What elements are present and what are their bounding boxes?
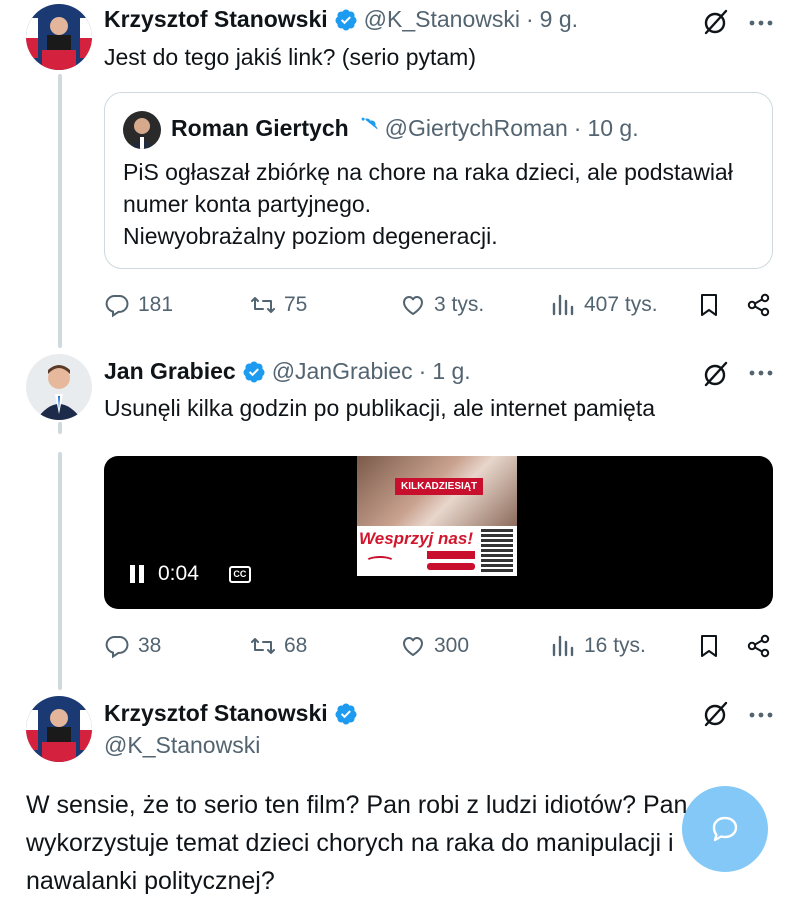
heart-icon xyxy=(403,637,423,656)
author-name[interactable]: Jan Grabiec xyxy=(104,358,236,385)
repost-icon xyxy=(251,638,275,654)
thread-line xyxy=(58,74,62,348)
reply-icon xyxy=(105,295,129,318)
author-name[interactable]: Krzysztof Stanowski xyxy=(104,6,328,33)
video-frame-strip xyxy=(427,563,475,570)
bookmark-icon xyxy=(701,294,717,316)
video-frame: KILKADZIESIĄT Wesprzyj nas! xyxy=(357,456,517,576)
timestamp[interactable]: 1 g. xyxy=(432,358,470,385)
more-options-icon[interactable] xyxy=(748,10,774,36)
author-name[interactable]: Roman Giertych xyxy=(171,115,349,142)
text-line: nawalanki politycznej? xyxy=(26,867,275,895)
thread-line xyxy=(58,422,62,434)
bookmark-button[interactable] xyxy=(696,630,722,662)
avatar[interactable] xyxy=(123,111,161,149)
verified-badge-icon xyxy=(335,9,357,30)
tweet-text: W sensie, że to serio ten film? Pan robi… xyxy=(26,786,687,897)
text-line: wykorzystuje temat dzieci chorych na rak… xyxy=(26,829,674,857)
bookmark-icon xyxy=(701,635,717,657)
share-button[interactable] xyxy=(746,630,772,662)
grok-icon[interactable] xyxy=(702,8,730,36)
tweet-text: Usunęli kilka godzin po publikacji, ale … xyxy=(104,395,656,421)
separator-dot: · xyxy=(573,115,582,141)
reply-icon xyxy=(105,636,129,659)
text-line: numer konta partyjnego. xyxy=(123,191,372,217)
view-count: 16 tys. xyxy=(584,634,646,657)
tweet-header: Jan Grabiec @JanGrabiec · 1 g. xyxy=(104,358,471,385)
verified-badge-icon xyxy=(335,703,357,724)
repost-button[interactable]: 75 xyxy=(250,289,307,321)
repost-icon xyxy=(251,297,275,313)
avatar[interactable] xyxy=(26,354,92,420)
video-frame-banner: KILKADZIESIĄT xyxy=(395,478,484,495)
grok-icon[interactable] xyxy=(702,360,730,388)
timestamp[interactable]: 10 g. xyxy=(587,115,638,142)
video-time: 0:04 xyxy=(158,562,199,585)
captions-label: CC xyxy=(233,569,247,579)
like-button[interactable]: 3 tys. xyxy=(400,289,484,321)
more-options-icon[interactable] xyxy=(748,702,774,728)
text-line: Niewyobrażalny poziom degeneracji. xyxy=(123,223,498,249)
reply-button[interactable]: 38 xyxy=(104,630,161,662)
separator-dot: · xyxy=(418,358,427,384)
tweet-actions: 38 68 300 16 tys. xyxy=(104,630,774,662)
author-handle[interactable]: @JanGrabiec xyxy=(272,358,413,385)
more-options-icon[interactable] xyxy=(748,360,774,386)
thread-line xyxy=(58,452,62,690)
pause-icon[interactable] xyxy=(130,565,146,583)
timestamp[interactable]: 9 g. xyxy=(540,6,578,33)
qr-code xyxy=(481,528,513,572)
text-line: W sensie, że to serio ten film? Pan robi… xyxy=(26,791,688,819)
views-button[interactable]: 16 tys. xyxy=(550,630,646,662)
tweet-text: Jest do tego jakiś link? (serio pytam) xyxy=(104,44,476,70)
quoted-tweet[interactable]: Roman Giertych @GiertychRoman · 10 g. Pi… xyxy=(104,92,773,269)
video-frame-strip xyxy=(427,551,475,559)
share-icon xyxy=(747,293,770,317)
views-button[interactable]: 407 tys. xyxy=(550,289,658,321)
party-logo xyxy=(365,556,395,568)
avatar[interactable] xyxy=(26,696,92,762)
separator-dot: · xyxy=(525,6,534,32)
chat-bubble-icon xyxy=(712,816,738,842)
like-count: 3 tys. xyxy=(434,293,485,316)
author-handle[interactable]: @GiertychRoman xyxy=(385,115,568,142)
video-player[interactable]: KILKADZIESIĄT Wesprzyj nas! 0:04 CC xyxy=(104,456,773,609)
repost-button[interactable]: 68 xyxy=(250,630,307,662)
share-icon xyxy=(747,634,770,658)
repost-count: 75 xyxy=(284,293,308,316)
tweet-handle-row: @K_Stanowski xyxy=(104,732,260,759)
video-controls: 0:04 CC xyxy=(130,562,251,586)
repost-count: 68 xyxy=(284,634,308,657)
author-handle[interactable]: @K_Stanowski xyxy=(104,732,260,759)
quoted-tweet-header: Roman Giertych @GiertychRoman · 10 g. xyxy=(171,115,639,142)
reply-button[interactable]: 181 xyxy=(104,289,173,321)
views-icon xyxy=(552,635,574,657)
views-icon xyxy=(552,294,574,316)
verified-badge-icon xyxy=(361,117,378,133)
share-button[interactable] xyxy=(746,289,772,321)
floating-action-button[interactable] xyxy=(682,786,768,872)
captions-icon[interactable]: CC xyxy=(228,565,251,583)
tweet-actions: 181 75 3 tys. 407 tys. xyxy=(104,289,774,321)
author-name[interactable]: Krzysztof Stanowski xyxy=(104,700,328,727)
like-button[interactable]: 300 xyxy=(400,630,469,662)
tweet-header: Krzysztof Stanowski @K_Stanowski · 9 g. xyxy=(104,6,578,33)
bookmark-button[interactable] xyxy=(696,289,722,321)
heart-icon xyxy=(403,296,423,315)
reply-count: 181 xyxy=(138,293,174,316)
tweet-header: Krzysztof Stanowski xyxy=(104,700,364,727)
view-count: 407 tys. xyxy=(584,293,658,316)
like-count: 300 xyxy=(434,634,470,657)
grok-icon[interactable] xyxy=(702,700,730,728)
verified-badge-icon xyxy=(243,361,265,382)
reply-count: 38 xyxy=(138,634,162,657)
avatar[interactable] xyxy=(26,4,92,70)
video-frame-title: Wesprzyj nas! xyxy=(359,529,474,548)
quoted-tweet-text: PiS ogłaszał zbiórkę na chore na raka dz… xyxy=(123,156,763,252)
text-line: PiS ogłaszał zbiórkę na chore na raka dz… xyxy=(123,159,733,185)
author-handle[interactable]: @K_Stanowski xyxy=(364,6,520,33)
